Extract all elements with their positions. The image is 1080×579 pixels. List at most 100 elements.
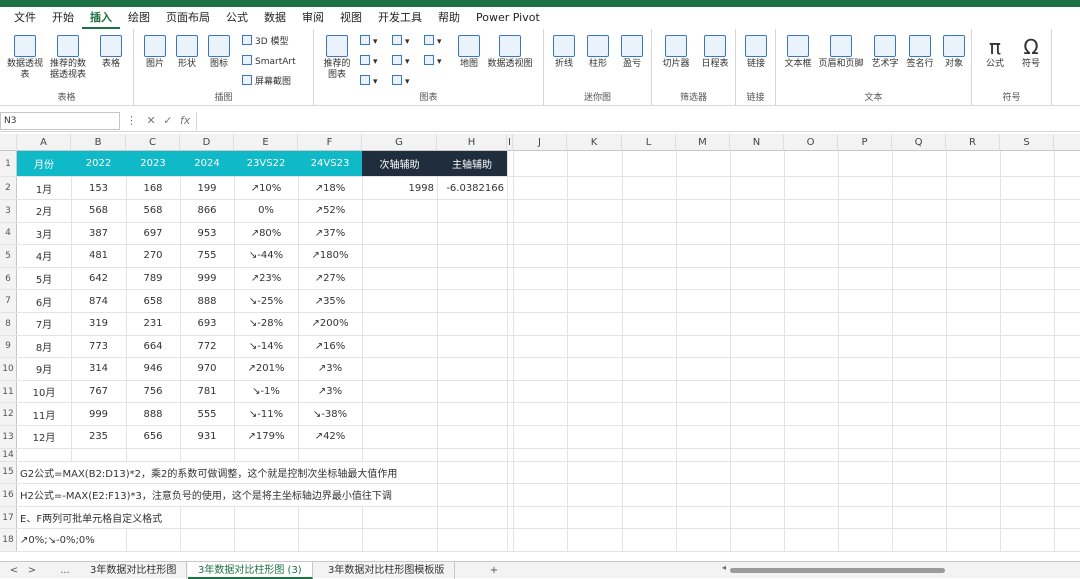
table-cell[interactable]	[362, 268, 437, 290]
table-cell[interactable]: 568	[126, 200, 180, 222]
table-cell[interactable]: ↘-1%	[234, 381, 298, 403]
column-header-o[interactable]: O	[784, 134, 838, 151]
object-button[interactable]: 对象	[938, 35, 970, 70]
table-cell[interactable]: 12月	[17, 426, 71, 448]
row-header[interactable]: 5	[0, 245, 17, 267]
scrollbar-thumb[interactable]	[730, 568, 945, 573]
table-cell[interactable]: 3月	[17, 223, 71, 245]
prev-sheet-icon[interactable]: <	[6, 562, 22, 579]
table-cell[interactable]: 999	[180, 268, 234, 290]
link-button[interactable]: 链接	[740, 35, 772, 70]
table-cell[interactable]: ↗3%	[298, 358, 362, 380]
table-cell[interactable]: 888	[126, 403, 180, 425]
row-header[interactable]: 14	[0, 448, 17, 461]
table-header-cell[interactable]: 2022	[71, 151, 126, 176]
table-cell[interactable]	[437, 245, 507, 267]
table-cell[interactable]: ↘-25%	[234, 290, 298, 312]
row-header[interactable]: 4	[0, 222, 17, 245]
worksheet-grid[interactable]: 1 月份 2022 2023 2024 23VS22 24VS23 次轴辅助 主轴辅助 2 1月 15…	[0, 151, 1080, 561]
table-cell[interactable]	[362, 426, 437, 448]
table-cell[interactable]: 5月	[17, 268, 71, 290]
table-cell[interactable]: ↗27%	[298, 268, 362, 290]
table-cell[interactable]: ↗37%	[298, 223, 362, 245]
table-cell[interactable]	[437, 290, 507, 312]
timeline-button[interactable]: 日程表	[696, 35, 734, 70]
row-header[interactable]: 13	[0, 426, 17, 448]
insert-function-icon[interactable]: fx	[180, 114, 190, 127]
table-cell[interactable]	[362, 358, 437, 380]
table-cell[interactable]: ↗16%	[298, 336, 362, 358]
horizontal-scrollbar[interactable]: ◂	[722, 563, 1072, 575]
table-cell[interactable]	[437, 223, 507, 245]
header-footer-button[interactable]: 页眉和页脚	[816, 35, 866, 70]
menu-help[interactable]: 帮助	[430, 7, 468, 29]
more-options-icon[interactable]: ⋮	[126, 114, 137, 127]
table-cell[interactable]: 773	[71, 336, 126, 358]
table-cell[interactable]: 6月	[17, 290, 71, 312]
table-cell[interactable]: ↗200%	[298, 313, 362, 335]
table-button[interactable]: 表格	[94, 35, 128, 70]
menu-power-pivot[interactable]: Power Pivot	[468, 7, 548, 29]
table-cell[interactable]: ↘-38%	[298, 403, 362, 425]
table-cell[interactable]: ↗23%	[234, 268, 298, 290]
table-cell[interactable]	[362, 336, 437, 358]
table-cell[interactable]: ↗201%	[234, 358, 298, 380]
table-cell[interactable]: ↗52%	[298, 200, 362, 222]
table-header-cell[interactable]: 主轴辅助	[437, 151, 507, 176]
table-cell[interactable]: 1月	[17, 177, 71, 199]
table-cell[interactable]	[362, 290, 437, 312]
row-header[interactable]: 10	[0, 358, 17, 380]
next-sheet-icon[interactable]: >	[24, 562, 40, 579]
table-cell[interactable]: 235	[71, 426, 126, 448]
table-cell[interactable]: 319	[71, 313, 126, 335]
menu-developer[interactable]: 开发工具	[370, 7, 430, 29]
table-cell[interactable]: 970	[180, 358, 234, 380]
column-header-d[interactable]: D	[180, 134, 234, 151]
table-cell[interactable]: 931	[180, 426, 234, 448]
add-sheet-icon[interactable]: +	[486, 562, 502, 579]
equation-button[interactable]: π 公式	[978, 35, 1012, 70]
table-cell[interactable]	[362, 313, 437, 335]
scroll-left-icon[interactable]: ◂	[722, 563, 726, 572]
table-cell[interactable]: 693	[180, 313, 234, 335]
table-cell[interactable]: 866	[180, 200, 234, 222]
hierarchy-chart-dropdown[interactable]: ▾	[392, 35, 410, 48]
table-cell[interactable]: 0%	[234, 200, 298, 222]
smartart-button[interactable]: SmartArt	[242, 55, 296, 68]
table-cell[interactable]: ↗35%	[298, 290, 362, 312]
table-cell[interactable]	[437, 358, 507, 380]
table-cell[interactable]: 1998	[362, 177, 437, 199]
select-all-corner[interactable]	[0, 134, 17, 151]
table-cell[interactable]: 481	[71, 245, 126, 267]
table-cell[interactable]: 656	[126, 426, 180, 448]
wordart-button[interactable]: 艺术字	[868, 35, 902, 70]
table-cell[interactable]: ↘-44%	[234, 245, 298, 267]
table-cell[interactable]: 4月	[17, 245, 71, 267]
recommended-charts-button[interactable]: 推荐的图表	[320, 35, 354, 81]
table-cell[interactable]: 7月	[17, 313, 71, 335]
note-cell[interactable]: E、F两列可批单元格自定义格式	[20, 506, 167, 529]
cancel-icon[interactable]: ✕	[147, 114, 156, 127]
sparkline-winloss-button[interactable]: 盈亏	[616, 35, 648, 70]
menu-home[interactable]: 开始	[44, 7, 82, 29]
table-cell[interactable]: -6.0382166	[437, 177, 507, 199]
sparkline-column-button[interactable]: 柱形	[582, 35, 614, 70]
row-header[interactable]: 1	[0, 151, 17, 176]
table-cell[interactable]	[437, 426, 507, 448]
table-cell[interactable]	[362, 381, 437, 403]
menu-page-layout[interactable]: 页面布局	[158, 7, 218, 29]
table-cell[interactable]: ↘-28%	[234, 313, 298, 335]
column-header-p[interactable]: P	[838, 134, 892, 151]
table-header-cell[interactable]: 2023	[126, 151, 180, 176]
formula-input[interactable]	[196, 112, 1080, 130]
pivot-chart-button[interactable]: 数据透视图	[486, 35, 534, 70]
table-cell[interactable]	[437, 268, 507, 290]
table-cell[interactable]: 270	[126, 245, 180, 267]
enter-icon[interactable]: ✓	[163, 114, 172, 127]
table-cell[interactable]: 888	[180, 290, 234, 312]
menu-draw[interactable]: 绘图	[120, 7, 158, 29]
column-header-q[interactable]: Q	[892, 134, 946, 151]
table-cell[interactable]: ↗42%	[298, 426, 362, 448]
row-header[interactable]: 11	[0, 380, 17, 403]
textbox-button[interactable]: 文本框	[780, 35, 816, 70]
